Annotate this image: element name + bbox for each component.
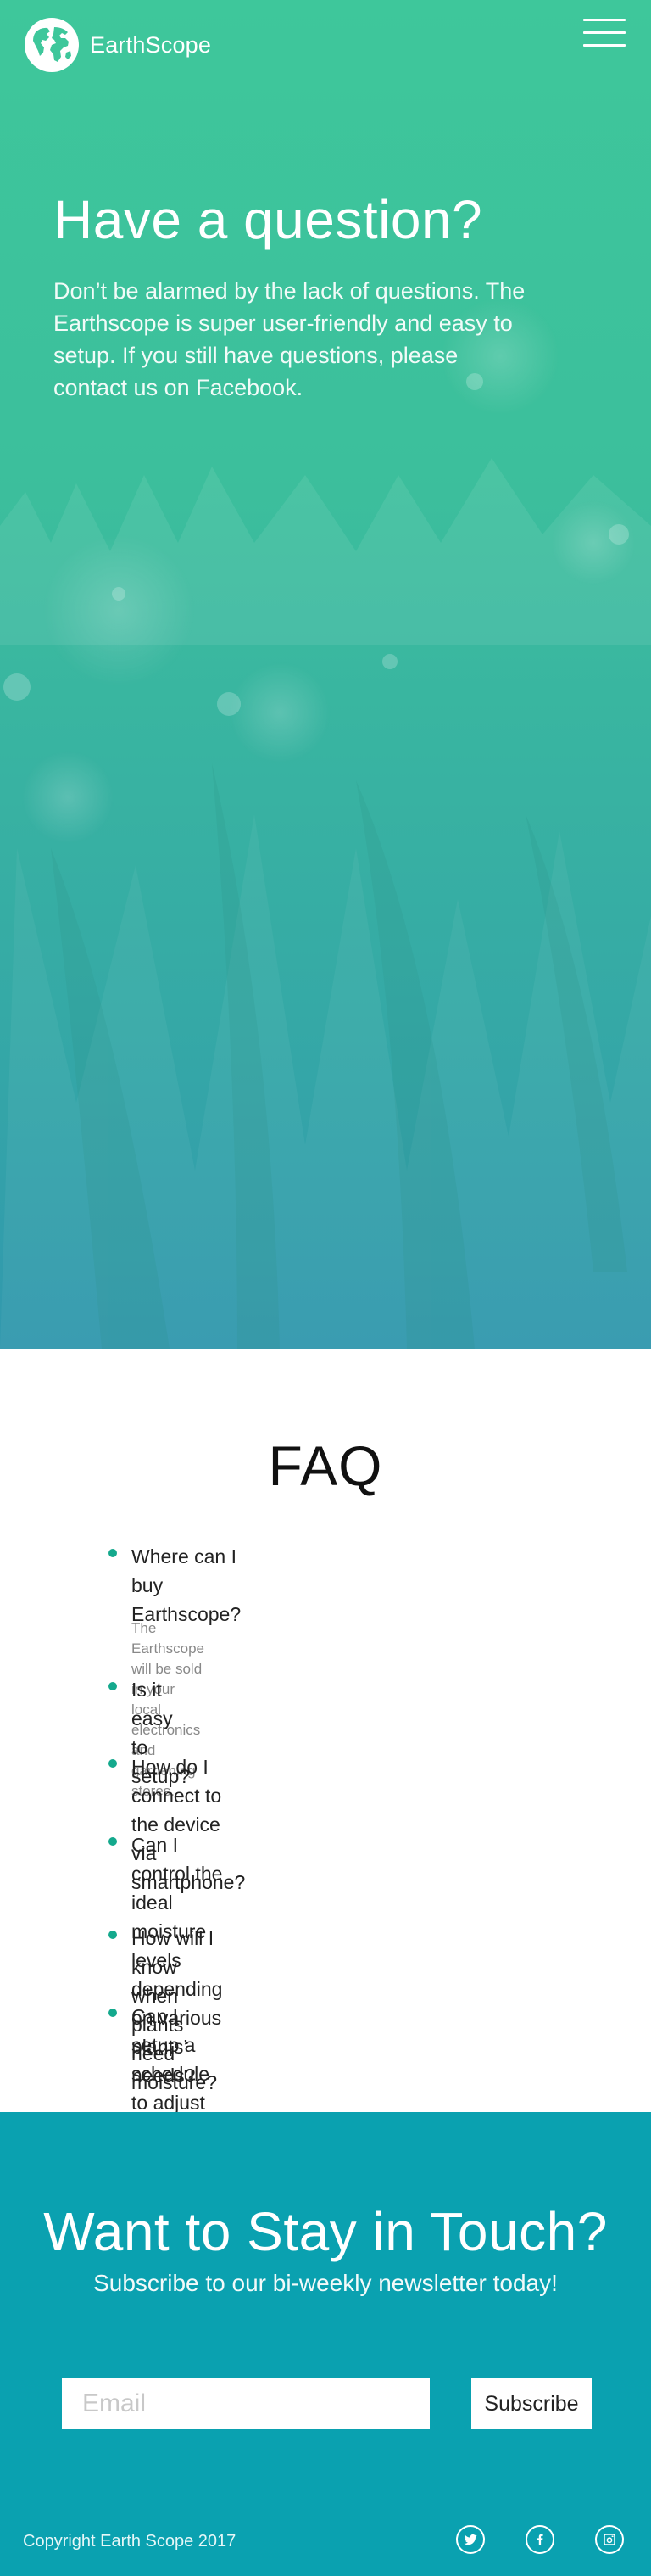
twitter-icon[interactable] bbox=[456, 2525, 485, 2554]
twitter-glyph bbox=[464, 2534, 477, 2545]
bullet-icon bbox=[108, 2009, 117, 2017]
bullet-icon bbox=[108, 1837, 117, 1846]
copyright-text: Copyright Earth Scope 2017 bbox=[23, 2532, 236, 2551]
newsletter-section: Want to Stay in Touch? Subscribe to our … bbox=[0, 2112, 651, 2576]
instagram-icon[interactable] bbox=[595, 2525, 624, 2554]
top-navigation: EarthScope bbox=[0, 0, 651, 85]
bullet-icon bbox=[108, 1682, 117, 1690]
brand-name: EarthScope bbox=[90, 31, 212, 58]
subscribe-button[interactable]: Subscribe bbox=[471, 2378, 592, 2429]
instagram-glyph bbox=[604, 2534, 615, 2545]
faq-section: FAQ Where can I buy Earthscope? The Eart… bbox=[0, 1349, 651, 2258]
brand-logo[interactable]: EarthScope bbox=[24, 17, 211, 73]
bullet-icon bbox=[108, 1549, 117, 1557]
facebook-icon[interactable] bbox=[526, 2525, 554, 2554]
hero-title: Have a question? bbox=[53, 189, 483, 250]
faq-question[interactable]: Where can I buy Earthscope? bbox=[131, 1542, 241, 1629]
globe-icon bbox=[25, 18, 79, 72]
bullet-icon bbox=[108, 1759, 117, 1768]
newsletter-subtitle: Subscribe to our bi-weekly newsletter to… bbox=[93, 2270, 558, 2296]
email-input[interactable] bbox=[62, 2378, 430, 2429]
hero-section: EarthScope Have a question? Don’t be ala… bbox=[0, 0, 651, 1349]
bullet-icon bbox=[108, 1931, 117, 1939]
facebook-glyph bbox=[537, 2534, 543, 2545]
newsletter-title: Want to Stay in Touch? bbox=[43, 2201, 608, 2262]
hamburger-menu-icon[interactable] bbox=[583, 19, 626, 47]
faq-title: FAQ bbox=[268, 1434, 383, 1497]
hero-description: Don’t be alarmed by the lack of question… bbox=[53, 278, 526, 400]
